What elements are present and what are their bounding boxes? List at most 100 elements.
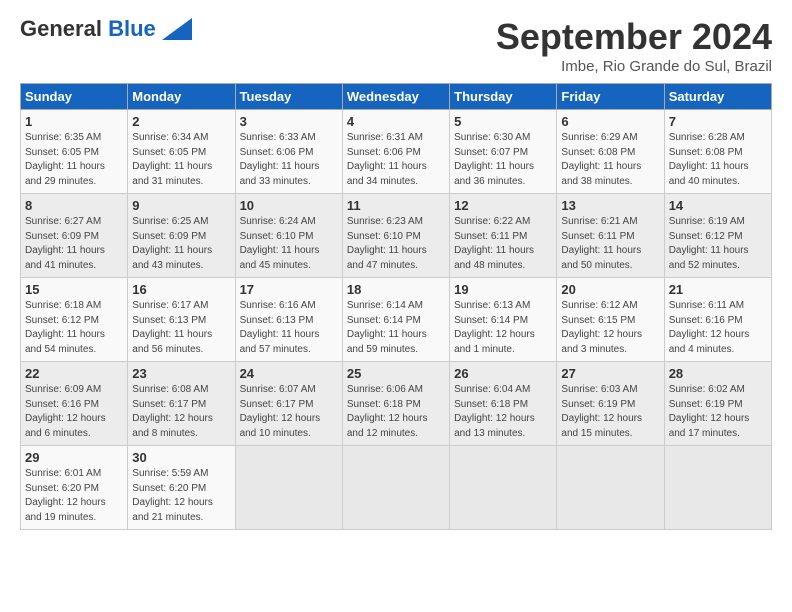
day-number: 21	[669, 282, 767, 297]
day-cell: 3Sunrise: 6:33 AM Sunset: 6:06 PM Daylig…	[235, 110, 342, 194]
day-number: 10	[240, 198, 338, 213]
header-cell-wednesday: Wednesday	[342, 84, 449, 110]
day-cell: 6 Sunrise: 6:29 AM Sunset: 6:08 PM Daylig…	[557, 110, 664, 194]
day-cell	[557, 446, 664, 530]
day-cell: 13 Sunrise: 6:21 AM Sunset: 6:11 PM Dayli…	[557, 194, 664, 278]
day-number: 8	[25, 198, 123, 213]
calendar-table: SundayMondayTuesdayWednesdayThursdayFrid…	[20, 83, 772, 530]
day-info: Sunrise: 6:35 AM Sunset: 6:05 PM Dayligh…	[25, 131, 123, 189]
day-info: Sunrise: 6:06 AM Sunset: 6:18 PM Dayligh…	[347, 383, 445, 441]
day-cell	[235, 446, 342, 530]
day-cell: 5Sunrise: 6:30 AM Sunset: 6:07 PM Daylig…	[450, 110, 557, 194]
day-number: 17	[240, 282, 338, 297]
day-info: Sunrise: 6:04 AM Sunset: 6:18 PM Dayligh…	[454, 383, 552, 441]
calendar-header: SundayMondayTuesdayWednesdayThursdayFrid…	[21, 84, 772, 110]
day-info: Sunrise: 6:33 AM Sunset: 6:06 PM Dayligh…	[240, 131, 338, 189]
day-number: 28	[669, 366, 767, 381]
day-info: Sunrise: 6:24 AM Sunset: 6:10 PM Dayligh…	[240, 215, 338, 273]
day-info: Sunrise: 6:23 AM Sunset: 6:10 PM Dayligh…	[347, 215, 445, 273]
day-number: 12	[454, 198, 552, 213]
day-number: 24	[240, 366, 338, 381]
header-cell-monday: Monday	[128, 84, 235, 110]
day-cell	[664, 446, 771, 530]
day-info: Sunrise: 6:11 AM Sunset: 6:16 PM Dayligh…	[669, 299, 767, 357]
day-cell: 10 Sunrise: 6:24 AM Sunset: 6:10 PM Dayli…	[235, 194, 342, 278]
day-info: Sunrise: 6:01 AM Sunset: 6:20 PM Dayligh…	[25, 467, 123, 525]
logo: General Blue	[20, 16, 192, 42]
logo-icon	[162, 18, 192, 40]
calendar-body: 1 Sunrise: 6:35 AM Sunset: 6:05 PM Daylig…	[21, 110, 772, 530]
day-cell	[450, 446, 557, 530]
day-number: 11	[347, 198, 445, 213]
day-cell: 7 Sunrise: 6:28 AM Sunset: 6:08 PM Daylig…	[664, 110, 771, 194]
header-cell-sunday: Sunday	[21, 84, 128, 110]
day-cell: 20 Sunrise: 6:12 AM Sunset: 6:15 PM Dayli…	[557, 278, 664, 362]
day-number: 1	[25, 114, 123, 129]
title-block: September 2024 Imbe, Rio Grande do Sul, …	[496, 16, 772, 75]
day-cell: 28 Sunrise: 6:02 AM Sunset: 6:19 PM Dayli…	[664, 362, 771, 446]
header-row: SundayMondayTuesdayWednesdayThursdayFrid…	[21, 84, 772, 110]
day-cell: 15Sunrise: 6:18 AM Sunset: 6:12 PM Dayli…	[21, 278, 128, 362]
day-cell: 29Sunrise: 6:01 AM Sunset: 6:20 PM Dayli…	[21, 446, 128, 530]
day-cell: 18Sunrise: 6:14 AM Sunset: 6:14 PM Dayli…	[342, 278, 449, 362]
day-cell: 19 Sunrise: 6:13 AM Sunset: 6:14 PM Dayli…	[450, 278, 557, 362]
day-number: 27	[561, 366, 659, 381]
week-row-3: 15Sunrise: 6:18 AM Sunset: 6:12 PM Dayli…	[21, 278, 772, 362]
day-info: Sunrise: 6:22 AM Sunset: 6:11 PM Dayligh…	[454, 215, 552, 273]
day-cell: 11 Sunrise: 6:23 AM Sunset: 6:10 PM Dayli…	[342, 194, 449, 278]
day-info: Sunrise: 6:30 AM Sunset: 6:07 PM Dayligh…	[454, 131, 552, 189]
day-number: 15	[25, 282, 123, 297]
day-info: Sunrise: 6:28 AM Sunset: 6:08 PM Dayligh…	[669, 131, 767, 189]
day-cell: 21 Sunrise: 6:11 AM Sunset: 6:16 PM Dayli…	[664, 278, 771, 362]
day-number: 19	[454, 282, 552, 297]
day-info: Sunrise: 6:02 AM Sunset: 6:19 PM Dayligh…	[669, 383, 767, 441]
day-cell: 1 Sunrise: 6:35 AM Sunset: 6:05 PM Daylig…	[21, 110, 128, 194]
day-cell: 9Sunrise: 6:25 AM Sunset: 6:09 PM Daylig…	[128, 194, 235, 278]
day-info: Sunrise: 6:08 AM Sunset: 6:17 PM Dayligh…	[132, 383, 230, 441]
day-cell: 27 Sunrise: 6:03 AM Sunset: 6:19 PM Dayli…	[557, 362, 664, 446]
header-cell-saturday: Saturday	[664, 84, 771, 110]
day-cell: 30Sunrise: 5:59 AM Sunset: 6:20 PM Dayli…	[128, 446, 235, 530]
day-cell: 14Sunrise: 6:19 AM Sunset: 6:12 PM Dayli…	[664, 194, 771, 278]
day-number: 23	[132, 366, 230, 381]
day-number: 6	[561, 114, 659, 129]
day-info: Sunrise: 6:13 AM Sunset: 6:14 PM Dayligh…	[454, 299, 552, 357]
day-info: Sunrise: 6:34 AM Sunset: 6:05 PM Dayligh…	[132, 131, 230, 189]
day-info: Sunrise: 6:16 AM Sunset: 6:13 PM Dayligh…	[240, 299, 338, 357]
week-row-4: 22Sunrise: 6:09 AM Sunset: 6:16 PM Dayli…	[21, 362, 772, 446]
day-info: Sunrise: 6:21 AM Sunset: 6:11 PM Dayligh…	[561, 215, 659, 273]
day-number: 30	[132, 450, 230, 465]
day-cell: 24 Sunrise: 6:07 AM Sunset: 6:17 PM Dayli…	[235, 362, 342, 446]
day-cell: 25 Sunrise: 6:06 AM Sunset: 6:18 PM Dayli…	[342, 362, 449, 446]
day-info: Sunrise: 6:03 AM Sunset: 6:19 PM Dayligh…	[561, 383, 659, 441]
day-number: 9	[132, 198, 230, 213]
day-cell: 2Sunrise: 6:34 AM Sunset: 6:05 PM Daylig…	[128, 110, 235, 194]
day-number: 13	[561, 198, 659, 213]
day-info: Sunrise: 6:07 AM Sunset: 6:17 PM Dayligh…	[240, 383, 338, 441]
day-number: 7	[669, 114, 767, 129]
page-container: General Blue September 2024 Imbe, Rio Gr…	[0, 0, 792, 540]
day-number: 26	[454, 366, 552, 381]
day-number: 22	[25, 366, 123, 381]
day-cell: 26 Sunrise: 6:04 AM Sunset: 6:18 PM Dayli…	[450, 362, 557, 446]
day-cell: 4Sunrise: 6:31 AM Sunset: 6:06 PM Daylig…	[342, 110, 449, 194]
month-title: September 2024	[496, 16, 772, 58]
header: General Blue September 2024 Imbe, Rio Gr…	[20, 16, 772, 75]
day-cell: 17 Sunrise: 6:16 AM Sunset: 6:13 PM Dayli…	[235, 278, 342, 362]
header-cell-friday: Friday	[557, 84, 664, 110]
day-info: Sunrise: 6:17 AM Sunset: 6:13 PM Dayligh…	[132, 299, 230, 357]
day-cell: 12 Sunrise: 6:22 AM Sunset: 6:11 PM Dayli…	[450, 194, 557, 278]
header-cell-tuesday: Tuesday	[235, 84, 342, 110]
day-cell: 8Sunrise: 6:27 AM Sunset: 6:09 PM Daylig…	[21, 194, 128, 278]
day-number: 20	[561, 282, 659, 297]
day-cell	[342, 446, 449, 530]
day-number: 25	[347, 366, 445, 381]
day-number: 18	[347, 282, 445, 297]
day-info: Sunrise: 6:31 AM Sunset: 6:06 PM Dayligh…	[347, 131, 445, 189]
day-info: Sunrise: 6:29 AM Sunset: 6:08 PM Dayligh…	[561, 131, 659, 189]
day-number: 14	[669, 198, 767, 213]
logo-text: General Blue	[20, 16, 156, 42]
day-info: Sunrise: 6:12 AM Sunset: 6:15 PM Dayligh…	[561, 299, 659, 357]
week-row-5: 29Sunrise: 6:01 AM Sunset: 6:20 PM Dayli…	[21, 446, 772, 530]
day-cell: 22Sunrise: 6:09 AM Sunset: 6:16 PM Dayli…	[21, 362, 128, 446]
